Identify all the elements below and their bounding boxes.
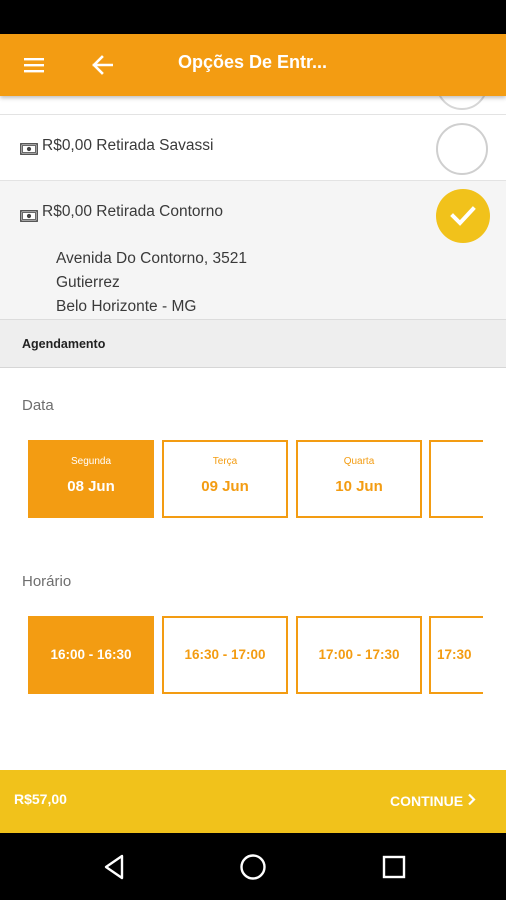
date-chip[interactable]: Quarta 10 Jun (296, 440, 422, 518)
date-chip-day: Quarta (343, 456, 375, 467)
content-scroll-area[interactable]: R$0,00 Retirada Savassi R$0,00 Retirada … (0, 96, 506, 770)
address-neighborhood: Gutierrez (56, 274, 120, 291)
date-chip-row[interactable]: Segunda 08 Jun Terça 09 Jun Quarta 10 Ju… (28, 440, 483, 520)
nav-recents-square-icon[interactable] (377, 850, 411, 884)
scheduling-section-header: Agendamento (0, 320, 506, 368)
time-chip-label: 17:30 (437, 647, 472, 662)
chevron-right-icon (467, 793, 476, 809)
continue-label: CONTINUE (390, 793, 464, 809)
date-chip-day: Q (431, 456, 483, 467)
delivery-option-label: R$0,00 Retirada Savassi (42, 137, 214, 154)
delivery-option-label: R$0,00 Retirada Contorno (42, 203, 223, 220)
money-icon (20, 209, 38, 222)
nav-back-triangle-icon[interactable] (97, 850, 131, 884)
time-chip[interactable]: 17:00 - 17:30 (296, 616, 422, 694)
delivery-option-contorno[interactable]: R$0,00 Retirada Contorno Avenida Do Cont… (0, 180, 506, 320)
nav-home-circle-icon[interactable] (236, 850, 270, 884)
time-chip-label: 16:00 - 16:30 (50, 647, 132, 662)
date-chip[interactable]: Q 11 (429, 440, 483, 518)
money-icon (20, 142, 38, 155)
date-chip-day: Terça (212, 456, 238, 467)
time-chip[interactable]: 17:30 (429, 616, 483, 694)
time-chip-label: 16:30 - 17:00 (184, 647, 266, 662)
time-chip[interactable]: 16:00 - 16:30 (28, 616, 154, 694)
continue-button[interactable]: CONTINUE (390, 793, 476, 809)
date-chip-day: Segunda (70, 456, 112, 467)
radio-unselected[interactable] (436, 123, 488, 175)
date-label: Data (22, 397, 54, 414)
time-label: Horário (22, 573, 72, 590)
time-chip-row[interactable]: 16:00 - 16:30 16:30 - 17:00 17:00 - 17:3… (28, 616, 483, 696)
date-chip-date: 11 (431, 478, 483, 495)
app-bar: Opções De Entr... (0, 34, 506, 96)
date-chip-date: 09 Jun (201, 478, 249, 495)
date-chip[interactable]: Segunda 08 Jun (28, 440, 154, 518)
address-street: Avenida Do Contorno, 3521 (56, 250, 248, 267)
date-chip-date: 10 Jun (335, 478, 383, 495)
delivery-option-savassi[interactable]: R$0,00 Retirada Savassi (0, 114, 506, 180)
check-icon[interactable] (436, 189, 490, 243)
arrow-left-icon[interactable] (86, 50, 118, 80)
status-bar (0, 0, 506, 34)
time-chip-label: 17:00 - 17:30 (318, 647, 400, 662)
hamburger-menu-icon[interactable] (18, 50, 50, 80)
time-chip[interactable]: 16:30 - 17:00 (162, 616, 288, 694)
date-chip-date: 08 Jun (67, 478, 115, 495)
page-title: Opções De Entr... (178, 52, 328, 72)
checkout-bar: R$57,00 CONTINUE (0, 770, 506, 833)
system-navigation-bar (0, 833, 506, 900)
address-city: Belo Horizonte - MG (56, 298, 197, 315)
section-title: Agendamento (22, 337, 106, 351)
partial-radio-button[interactable] (436, 96, 488, 110)
order-total: R$57,00 (14, 791, 67, 807)
date-chip[interactable]: Terça 09 Jun (162, 440, 288, 518)
